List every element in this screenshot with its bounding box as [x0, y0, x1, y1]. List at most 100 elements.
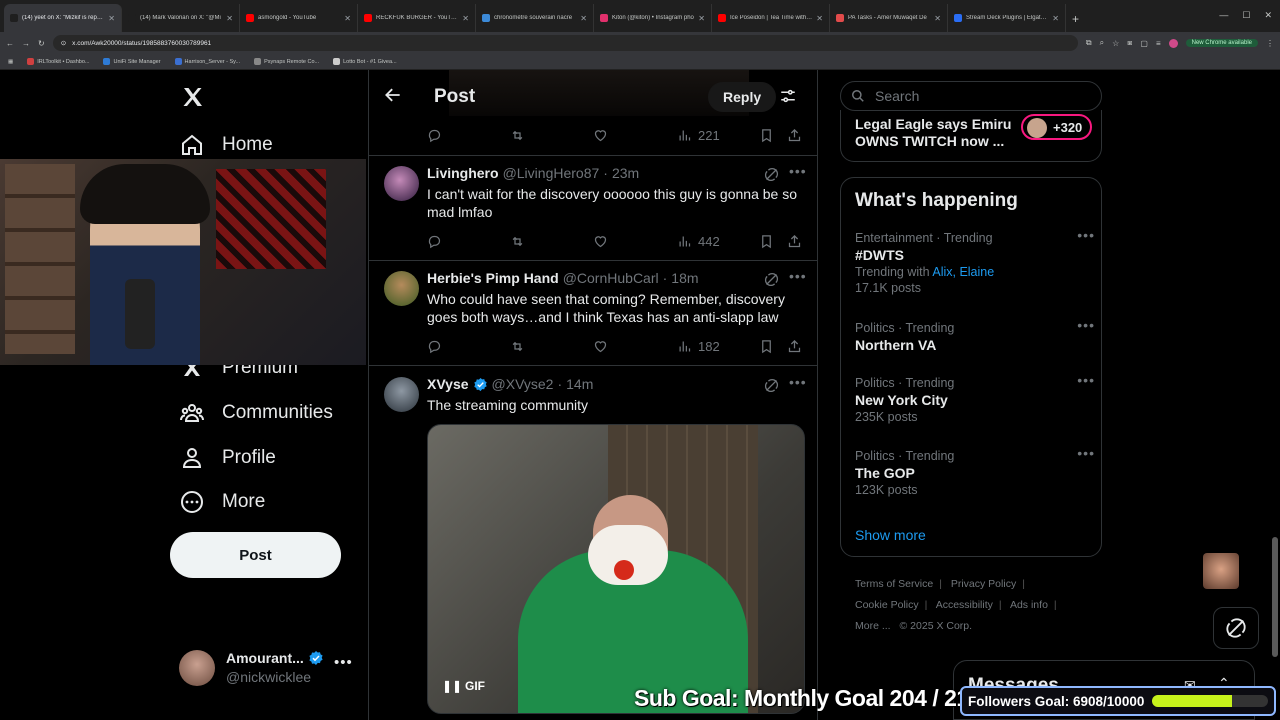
tab-close-icon[interactable]: ✕	[1052, 14, 1059, 23]
maximize-icon[interactable]: ☐	[1242, 10, 1250, 21]
repost-action[interactable]	[510, 339, 525, 354]
tweet-more-icon[interactable]: •••	[789, 268, 807, 284]
tab-close-icon[interactable]: ✕	[934, 14, 941, 23]
reply-button[interactable]: Reply	[708, 82, 777, 112]
ads-info-link[interactable]: Ads info	[1010, 599, 1048, 611]
new-chrome-badge[interactable]: New Chrome available	[1185, 39, 1258, 47]
bookmark-star-icon[interactable]: ☆	[1112, 39, 1119, 48]
tab-close-icon[interactable]: ✕	[108, 14, 115, 23]
share-action[interactable]	[787, 339, 802, 354]
trend-more-icon[interactable]: •••	[1077, 372, 1095, 388]
address-bar[interactable]: ⊙ x.com/Awk20000/status/1985883760030789…	[52, 35, 1078, 51]
like-action[interactable]	[593, 339, 608, 354]
like-action[interactable]	[593, 234, 608, 249]
bookmark-action[interactable]	[759, 339, 774, 354]
chrome-menu-icon[interactable]: ⋮	[1266, 39, 1274, 48]
tweet-more-icon[interactable]: •••	[789, 163, 807, 179]
reply-action[interactable]	[427, 128, 442, 143]
post-button[interactable]: Post	[170, 532, 341, 578]
install-icon[interactable]: ⧉	[1086, 38, 1092, 48]
reply-tweet[interactable]: Livinghero @LivingHero87 · 23m ••• I can…	[369, 156, 817, 261]
filter-sliders-icon[interactable]	[779, 87, 797, 105]
tab-close-icon[interactable]: ✕	[462, 14, 469, 23]
tweet-author-handle[interactable]: @LivingHero87	[503, 165, 600, 181]
cookie-link[interactable]: Cookie Policy	[855, 599, 919, 611]
tweet-time[interactable]: 14m	[566, 376, 593, 392]
browser-tab[interactable]: Kiton (@kiton) • Instagram pho ✕	[594, 4, 712, 32]
views-action[interactable]: 182	[677, 339, 720, 354]
tab-close-icon[interactable]: ✕	[344, 14, 351, 23]
close-window-icon[interactable]: ✕	[1264, 10, 1272, 21]
browser-tab[interactable]: PA Tasks - Amer Muwaqet De ✕	[830, 4, 948, 32]
grok-icon[interactable]	[764, 378, 779, 393]
tweet-author-name[interactable]: Herbie's Pimp Hand	[427, 270, 559, 286]
bookmark-action[interactable]	[759, 234, 774, 249]
avatar[interactable]	[384, 166, 419, 201]
nav-communities[interactable]: Communities	[180, 401, 333, 425]
trending-promo[interactable]: Legal Eagle says Emiru OWNS TWITCH now .…	[840, 110, 1102, 162]
tweet-author-name[interactable]: XVyse	[427, 376, 469, 392]
nav-home[interactable]: Home	[180, 133, 273, 157]
split-view-icon[interactable]: ▢	[1140, 39, 1148, 48]
tweet-author-handle[interactable]: @XVyse2	[492, 376, 554, 392]
trend-item[interactable]: Politics · Trending The GOP 123K posts •…	[855, 445, 1095, 497]
terms-link[interactable]: Terms of Service	[855, 578, 933, 590]
browser-tab[interactable]: Ice Poseidon | Tea Time with By ✕	[712, 4, 830, 32]
browser-tab[interactable]: chronomètre souverain nacre ✕	[476, 4, 594, 32]
trend-more-icon[interactable]: •••	[1077, 445, 1095, 461]
tab-close-icon[interactable]: ✕	[580, 14, 587, 23]
trend-item[interactable]: Entertainment · Trending #DWTS Trending …	[855, 227, 1095, 295]
back-nav-icon[interactable]: ←	[6, 39, 14, 48]
grok-float-button[interactable]	[1213, 607, 1259, 649]
account-switcher[interactable]: Amourant... @nickwicklee •••	[179, 648, 359, 688]
tweet-time[interactable]: 18m	[671, 270, 698, 286]
tweet-author-handle[interactable]: @CornHubCarl	[563, 270, 659, 286]
views-action[interactable]: 221	[677, 128, 720, 143]
tweet-author-name[interactable]: Livinghero	[427, 165, 499, 181]
bookmark-item[interactable]: Psynaps Remote Co...	[254, 58, 319, 65]
downloads-icon[interactable]: ≡	[1156, 39, 1161, 48]
nav-more[interactable]: More	[180, 490, 265, 514]
privacy-link[interactable]: Privacy Policy	[951, 578, 1016, 590]
site-info-icon[interactable]: ⊙	[61, 39, 66, 47]
nav-profile[interactable]: Profile	[180, 446, 276, 470]
tab-close-icon[interactable]: ✕	[816, 14, 823, 23]
trend-more-icon[interactable]: •••	[1077, 317, 1095, 333]
show-more-link[interactable]: Show more	[855, 527, 926, 543]
new-tab-icon[interactable]: +	[1066, 12, 1085, 32]
zoom-icon[interactable]: ⌕	[1100, 38, 1104, 48]
avatar[interactable]	[384, 271, 419, 306]
share-action[interactable]	[787, 128, 802, 143]
like-action[interactable]	[593, 128, 608, 143]
reload-icon[interactable]: ↻	[38, 39, 45, 48]
pause-icon[interactable]: ❚❚	[442, 679, 462, 693]
tweet-time[interactable]: 23m	[612, 165, 639, 181]
trend-context-links[interactable]: Alix, Elaine	[932, 265, 994, 279]
trend-item[interactable]: Politics · Trending New York City 235K p…	[855, 372, 1095, 424]
bookmark-item[interactable]: UniFi Site Manager	[103, 58, 161, 65]
tab-close-icon[interactable]: ✕	[698, 14, 705, 23]
search-input[interactable]: Search	[840, 81, 1102, 111]
avatar[interactable]	[384, 377, 419, 412]
reply-action[interactable]	[427, 339, 442, 354]
browser-tab[interactable]: (14) Mark Valorian on X: "@Mi ✕	[122, 4, 240, 32]
repost-action[interactable]	[510, 234, 525, 249]
browser-tab[interactable]: asmongold - YouTube ✕	[240, 4, 358, 32]
browser-tab[interactable]: (14) yeet on X: "Mizkif is reporte ✕	[4, 4, 122, 32]
profile-avatar-icon[interactable]	[1168, 38, 1178, 48]
tweet-gif[interactable]: ❚❚ GIF	[427, 424, 805, 714]
reply-tweet[interactable]: Herbie's Pimp Hand @CornHubCarl · 18m ••…	[369, 261, 817, 366]
bookmark-action[interactable]	[759, 128, 774, 143]
views-action[interactable]: 442	[677, 234, 720, 249]
account-more-icon[interactable]: •••	[334, 654, 353, 671]
repost-action[interactable]	[510, 128, 525, 143]
forward-nav-icon[interactable]: →	[22, 39, 30, 48]
bookmark-item[interactable]: Lotto Bot - #1 Givea...	[333, 58, 397, 65]
bookmark-item[interactable]: IRLToolkit • Dashbo...	[27, 58, 89, 65]
promo-avatar-count[interactable]: +320	[1021, 114, 1093, 140]
back-arrow-icon[interactable]	[383, 85, 403, 105]
bookmark-item[interactable]: Harrison_Server - Sy...	[174, 58, 240, 65]
scrollbar-thumb[interactable]	[1272, 537, 1278, 657]
reply-action[interactable]	[427, 234, 442, 249]
accessibility-link[interactable]: Accessibility	[936, 599, 993, 611]
